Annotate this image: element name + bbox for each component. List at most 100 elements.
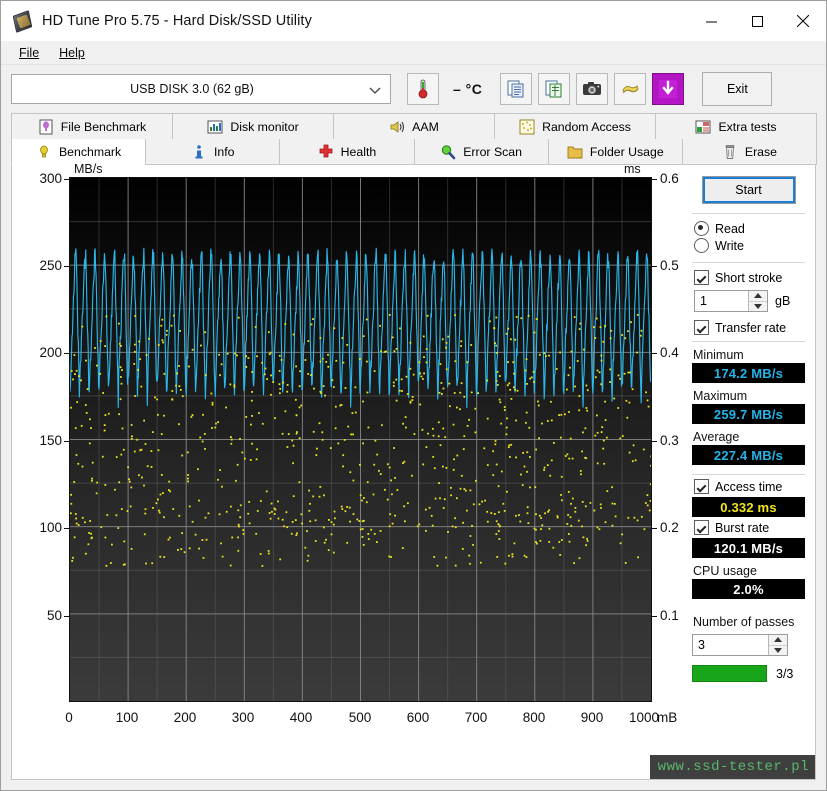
radio-write-icon [694,238,709,253]
drive-select-value: USB DISK 3.0 (62 gB) [130,82,254,96]
divider [692,341,805,342]
title-bar: HD Tune Pro 5.75 - Hard Disk/SSD Utility [1,1,826,41]
benchmark-options-panel: Start Read Write Short stroke 1 gB Trans… [684,165,815,779]
menu-help-label: Help [59,45,85,60]
health-icon [318,144,334,160]
tab-health[interactable]: Health [279,139,415,165]
burst-rate-value-box: 120.1 MB/s [692,538,805,558]
radio-read[interactable]: Read [694,221,805,236]
window-controls [688,1,826,41]
y-tick-100: 100 [12,520,69,535]
average-label: Average [693,430,740,444]
options-icon[interactable] [614,73,647,105]
passes-input[interactable]: 3 [692,634,788,656]
y-tick-300: 300 [12,171,69,186]
screenshot-icon[interactable] [576,73,609,105]
copy-text-icon[interactable] [500,73,533,105]
tab-erase-label: Erase [744,144,777,159]
disk-monitor-icon [207,119,223,135]
copy-excel-icon[interactable] [538,73,571,105]
passes-spin-arrows[interactable] [768,635,787,655]
toolbar: USB DISK 3.0 (62 gB) – °C Exit [1,65,826,113]
minimum-value: 174.2 MB/s [713,365,784,381]
minimum-label: Minimum [693,348,744,362]
extra-tests-icon [695,119,711,135]
x-tick-600: 600 [406,710,430,725]
x-tick-0: 0 [65,710,73,725]
minimize-button[interactable] [688,1,734,41]
tab-file-benchmark[interactable]: File Benchmark [11,113,173,139]
spin-down-icon[interactable] [749,301,767,311]
start-button[interactable]: Start [701,176,796,204]
temperature-display: – °C [407,73,486,105]
x-tick-300: 300 [231,710,255,725]
y2-tick-050: 0.5 [652,258,679,273]
drive-select[interactable]: USB DISK 3.0 (62 gB) [11,74,391,104]
tab-random-access[interactable]: Random Access [494,113,656,139]
tab-error-scan[interactable]: Error Scan [413,139,549,165]
radio-write-label: Write [715,238,744,253]
chart-svg [69,178,653,701]
checkbox-short-stroke[interactable]: Short stroke [694,270,805,285]
spin-up-icon[interactable] [749,291,767,302]
menu-file[interactable]: File [9,44,49,62]
y-tick-150: 150 [12,433,69,448]
start-button-label: Start [735,183,762,197]
cpu-usage-label: CPU usage [693,564,757,578]
short-stroke-value: 1 [700,294,707,308]
y-tick-200: 200 [12,345,69,360]
tab-folder-usage[interactable]: Folder Usage [547,139,683,165]
checkbox-burst-rate-icon [694,520,709,535]
checkbox-access-time-label: Access time [715,479,783,494]
y2-tick-030: 0.3 [652,433,679,448]
radio-read-label: Read [715,221,745,236]
tab-extra-tests[interactable]: Extra tests [655,113,817,139]
checkbox-transfer-rate-label: Transfer rate [715,320,787,335]
minimum-value-box: 174.2 MB/s [692,363,805,383]
tab-row-upper: File Benchmark Disk monitor AAM Random A… [11,113,817,139]
spin-down-icon[interactable] [769,645,787,655]
tab-bar: File Benchmark Disk monitor AAM Random A… [1,113,826,165]
checkbox-access-time-icon [694,479,709,494]
tab-row-lower: Benchmark Info Health Error Scan Folder … [11,139,818,165]
spin-up-icon[interactable] [769,635,787,646]
chevron-down-icon [369,84,381,98]
menu-help[interactable]: Help [49,44,95,62]
chart-y2label: ms [624,162,641,176]
passes-value: 3 [698,638,705,652]
tab-benchmark-label: Benchmark [58,144,122,159]
tab-info[interactable]: Info [145,139,281,165]
checkbox-transfer-rate[interactable]: Transfer rate [694,320,805,335]
maximum-value: 259.7 MB/s [713,406,784,422]
pass-progress: 3/3 [692,665,805,682]
close-button[interactable] [780,1,826,41]
y2-tick-060: 0.6 [652,171,679,186]
tab-disk-monitor-label: Disk monitor [230,119,299,134]
checkbox-transfer-rate-icon [694,320,709,335]
exit-button[interactable]: Exit [702,72,773,106]
tab-health-label: Health [340,144,377,159]
cpu-usage-value-box: 2.0% [692,579,805,599]
chart-ylabel: MB/s [74,162,103,176]
passes-label: Number of passes [693,615,795,629]
access-time-value: 0.332 ms [720,499,777,515]
benchmark-icon [36,144,52,160]
average-value-box: 227.4 MB/s [692,445,805,465]
short-stroke-stepper[interactable]: 1 gB [694,290,805,312]
maximize-button[interactable] [734,1,780,41]
tab-aam[interactable]: AAM [333,113,495,139]
average-value: 227.4 MB/s [713,447,784,463]
checkbox-access-time[interactable]: Access time [694,479,805,494]
divider [692,262,805,263]
tab-extra-tests-label: Extra tests [718,119,777,134]
short-stroke-input[interactable]: 1 [694,290,768,312]
tab-erase[interactable]: Erase [681,139,818,165]
download-icon[interactable] [652,73,685,105]
tab-disk-monitor[interactable]: Disk monitor [172,113,334,139]
passes-stepper[interactable]: 3 [692,634,805,656]
checkbox-burst-rate[interactable]: Burst rate [694,520,805,535]
y2-tick-040: 0.4 [652,345,679,360]
tab-error-scan-label: Error Scan [463,144,522,159]
radio-write[interactable]: Write [694,238,805,253]
short-stroke-spin-arrows[interactable] [748,291,767,311]
